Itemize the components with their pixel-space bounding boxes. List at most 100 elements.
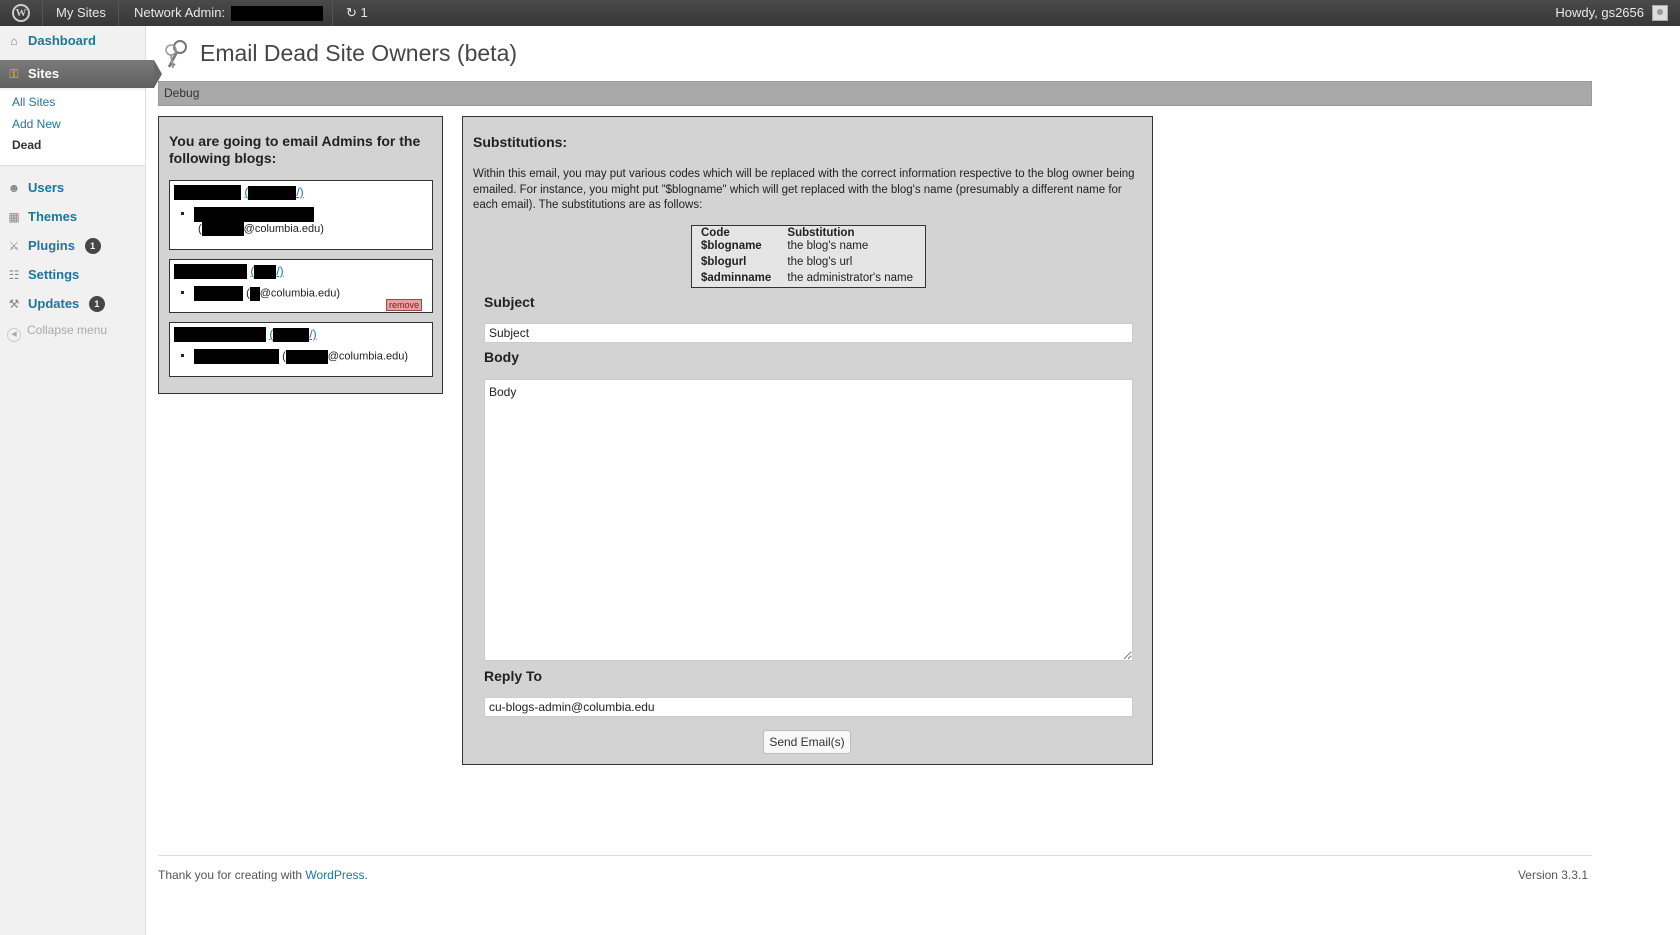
substitutions-intro: Within this email, you may put various c… <box>473 168 1135 211</box>
blog-name: (/) <box>174 327 317 343</box>
substitution-code: $blogname <box>701 240 762 252</box>
subject-label: Subject <box>484 294 535 310</box>
footer-divider <box>158 855 1592 856</box>
menu-plugins[interactable]: ⚔ Plugins 1 <box>0 232 145 260</box>
home-icon: ⌂ <box>10 34 18 48</box>
avatar[interactable] <box>1652 5 1668 21</box>
subject-input[interactable] <box>484 323 1133 343</box>
wordpress-logo-icon[interactable]: W <box>12 4 30 22</box>
plugins-count-badge: 1 <box>84 238 101 254</box>
send-emails-button[interactable]: Send Email(s) <box>763 730 851 754</box>
redacted-blog-name <box>174 185 241 201</box>
admin-list: (@columbia.edu) <box>184 286 340 301</box>
updates-count-badge: 1 <box>88 296 105 312</box>
admin-item: (@columbia.edu) <box>194 286 340 301</box>
submenu-add-new[interactable]: Add New <box>12 117 61 131</box>
sites-keys-icon <box>165 40 187 69</box>
table-row: $blogname the blog's name <box>692 239 926 255</box>
key-icon: ⚿ <box>9 67 19 81</box>
email-form-panel: Substitutions: Within this email, you ma… <box>462 116 1153 765</box>
redacted-blog-name <box>174 264 247 280</box>
sites-submenu: All Sites Add New Dead <box>0 90 145 166</box>
network-admin-link[interactable]: Network Admin: <box>134 0 323 26</box>
debug-bar: Debug <box>158 81 1592 106</box>
substitution-code: $adminname <box>701 272 772 284</box>
menu-label: Sites <box>28 66 60 81</box>
substitutions-heading: Substitutions: <box>473 134 568 150</box>
redacted-blog-name <box>174 327 266 343</box>
submenu-dead[interactable]: Dead <box>12 138 41 152</box>
users-icon: ☻ <box>7 181 21 195</box>
column-header-code: Code <box>701 227 730 239</box>
collapse-menu[interactable]: ◀ Collapse menu <box>7 323 107 342</box>
tools-icon: ⚒ <box>8 297 20 311</box>
separator <box>42 0 43 26</box>
admin-list: (@columbia.edu) <box>184 349 408 364</box>
blog-url-link[interactable]: (/) <box>250 264 284 279</box>
blog-url-link[interactable]: (/) <box>244 185 304 200</box>
page-title: Email Dead Site Owners (beta) <box>200 40 518 66</box>
blog-entry: (/) (@columbia.edu) <box>169 180 433 250</box>
blog-entry: (/) (@columbia.edu) remove <box>169 259 433 313</box>
body-textarea[interactable]: Body <box>484 379 1133 661</box>
themes-icon: ▦ <box>8 210 20 224</box>
collapse-arrow-icon: ◀ <box>7 328 21 342</box>
menu-label: Users <box>28 180 65 195</box>
footer-version: Version 3.3.1 <box>1517 868 1588 882</box>
substitution-meaning: the administrator's name <box>787 272 913 284</box>
separator <box>118 0 119 26</box>
recipient-blogs-panel: You are going to email Admins for the fo… <box>158 116 443 394</box>
updates-count: 1 <box>360 5 368 20</box>
admin-sidebar: ⌂ Dashboard ⚿ Sites All Sites Add New De… <box>0 26 162 935</box>
separator <box>332 0 333 26</box>
menu-dashboard[interactable]: ⌂ Dashboard <box>0 27 145 55</box>
menu-label: Plugins <box>28 238 75 253</box>
blog-name: (/) <box>174 264 284 280</box>
substitution-meaning: the blog's url <box>787 256 853 268</box>
body-label: Body <box>484 349 519 365</box>
collapse-label: Collapse menu <box>27 323 108 337</box>
admin-email-domain: @columbia.edu) <box>259 287 340 300</box>
menu-users[interactable]: ☻ Users <box>0 174 145 202</box>
submenu-all-sites[interactable]: All Sites <box>12 95 55 109</box>
admin-email-domain: @columbia.edu) <box>243 222 324 235</box>
menu-updates[interactable]: ⚒ Updates 1 <box>0 290 145 318</box>
footer-thanks: Thank you for creating with WordPress. <box>158 868 368 882</box>
substitution-code: $blogurl <box>701 256 747 268</box>
admin-email-domain: @columbia.edu) <box>327 350 408 363</box>
recipients-heading: You are going to email Admins for the fo… <box>169 133 421 166</box>
redacted-site-name <box>230 6 323 22</box>
blog-url-link[interactable]: (/) <box>269 327 317 342</box>
menu-settings[interactable]: ☷ Settings <box>0 261 145 289</box>
substitutions-table: Code Substitution $blogname the blog's n… <box>691 225 926 288</box>
menu-label: Dashboard <box>28 33 96 48</box>
substitution-meaning: the blog's name <box>787 240 869 252</box>
table-header-row: Code Substitution <box>692 226 926 239</box>
remove-button[interactable]: remove <box>385 299 422 311</box>
refresh-icon: ↻ <box>346 5 357 20</box>
my-sites-link[interactable]: My Sites <box>56 0 106 26</box>
column-header-substitution: Substitution <box>787 227 855 239</box>
admin-list: (@columbia.edu) <box>184 207 324 236</box>
footer-period: . <box>364 868 368 882</box>
menu-label: Themes <box>28 209 78 224</box>
network-admin-label: Network Admin: <box>134 5 226 20</box>
howdy-user[interactable]: Howdy, gs2656 <box>1555 0 1644 26</box>
updates-link[interactable]: ↻ 1 <box>346 0 368 26</box>
redacted-admin-name <box>194 286 243 301</box>
footer-thanks-text: Thank you for creating with <box>158 868 306 882</box>
wordpress-link[interactable]: WordPress <box>305 868 364 882</box>
menu-themes[interactable]: ▦ Themes <box>0 203 145 231</box>
table-row: $adminname the administrator's name <box>692 271 926 288</box>
reply-to-label: Reply To <box>484 668 543 684</box>
blog-name: (/) <box>174 185 304 201</box>
plug-icon: ⚔ <box>8 239 20 253</box>
menu-sites[interactable]: ⚿ Sites <box>0 60 162 88</box>
admin-bar: W My Sites Network Admin: ↻ 1 Howdy, gs2… <box>0 0 1680 26</box>
redacted-admin-name <box>194 207 314 222</box>
redacted-admin-name <box>194 349 279 364</box>
reply-to-input[interactable] <box>484 697 1133 717</box>
admin-item: (@columbia.edu) <box>194 207 324 236</box>
table-row: $blogurl the blog's url <box>692 255 926 271</box>
menu-label: Updates <box>28 296 80 311</box>
